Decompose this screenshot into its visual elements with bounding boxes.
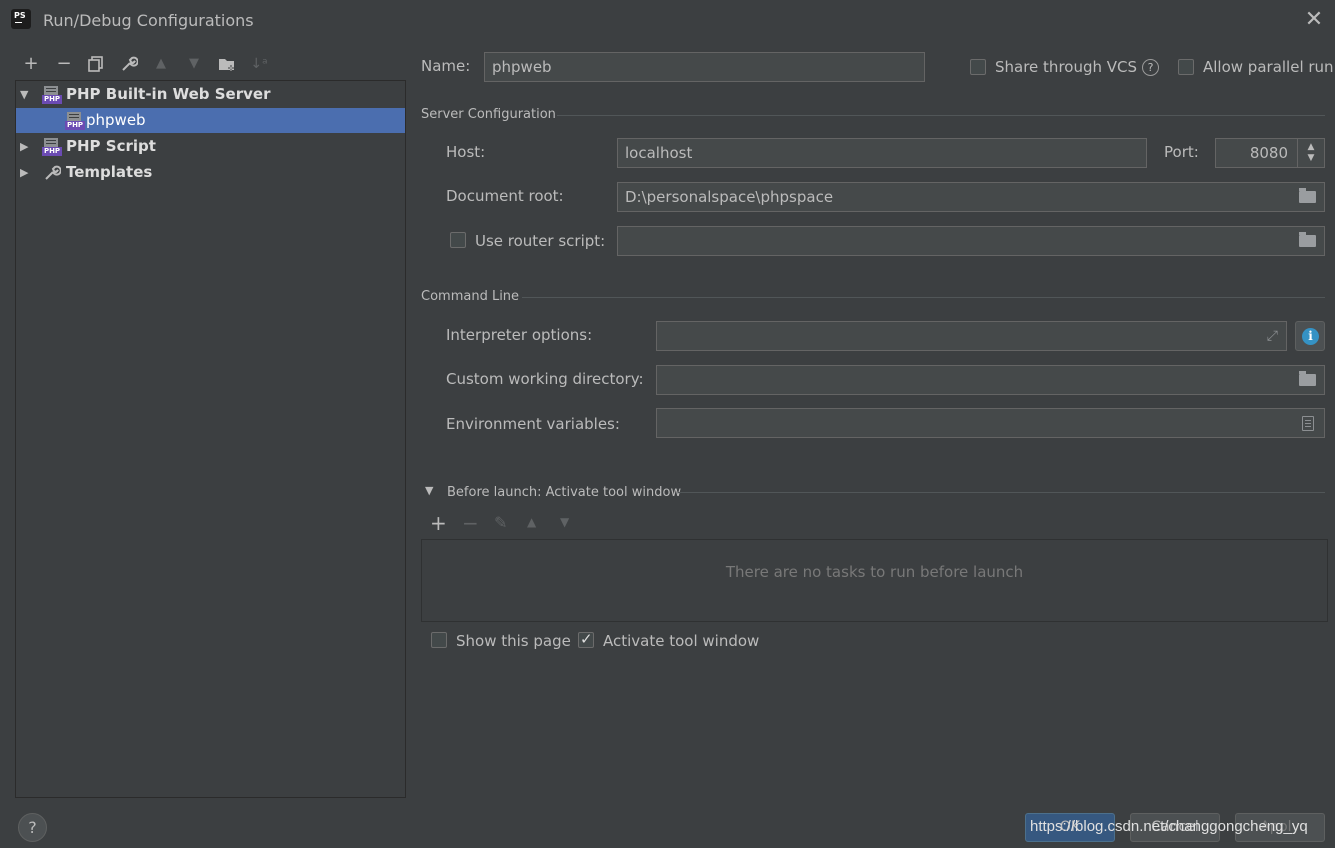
php-server-icon: PHP <box>42 138 62 156</box>
document-root-label: Document root: <box>446 187 564 205</box>
php-server-icon: PHP <box>65 112 85 130</box>
collapse-arrow-icon[interactable]: ▼ <box>425 484 433 497</box>
php-server-icon: PHP <box>42 86 62 104</box>
empty-tasks-text: There are no tasks to run before launch <box>725 563 1024 581</box>
tree-item-label: Templates <box>66 163 153 181</box>
tree-item-label: phpweb <box>86 111 146 129</box>
edit-defaults-button[interactable] <box>118 53 140 75</box>
document-icon[interactable] <box>1302 416 1314 431</box>
activate-tool-window-label: Activate tool window <box>603 632 760 650</box>
working-directory-input[interactable] <box>656 365 1325 395</box>
before-launch-task-list[interactable]: There are no tasks to run before launch <box>421 539 1328 622</box>
allow-parallel-label: Allow parallel run <box>1203 58 1334 76</box>
wrench-icon <box>122 56 139 71</box>
show-this-page-checkbox[interactable] <box>431 632 447 648</box>
copy-icon <box>88 56 103 72</box>
use-router-script-label: Use router script: <box>475 232 606 250</box>
close-icon[interactable]: ✕ <box>1302 8 1326 32</box>
phpstorm-logo-icon: PS <box>9 7 33 31</box>
expand-arrow-icon[interactable]: ▼ <box>20 82 34 107</box>
section-divider <box>522 297 1325 298</box>
show-this-page-label: Show this page <box>456 632 571 650</box>
port-label: Port: <box>1164 143 1199 161</box>
interpreter-options-input[interactable]: ⤢ <box>656 321 1287 351</box>
environment-variables-input[interactable] <box>656 408 1325 438</box>
copy-configuration-button[interactable] <box>85 53 107 75</box>
folder-icon[interactable] <box>1299 232 1316 247</box>
use-router-script-checkbox[interactable] <box>450 232 466 248</box>
environment-variables-label: Environment variables: <box>446 415 620 433</box>
command-line-heading: Command Line <box>421 289 520 304</box>
tree-item-label: PHP Script <box>66 137 156 155</box>
folder-icon[interactable] <box>1299 188 1316 203</box>
working-directory-label: Custom working directory: <box>446 370 644 388</box>
share-vcs-label: Share through VCS <box>995 58 1138 76</box>
edit-task-pencil-icon[interactable]: ✎ <box>494 513 507 532</box>
move-task-up-button[interactable]: ▲ <box>527 515 536 529</box>
folder-add-icon <box>219 59 234 71</box>
tree-item-label: PHP Built-in Web Server <box>66 85 271 103</box>
move-up-button[interactable]: ▲ <box>150 53 172 75</box>
document-root-input[interactable]: D:\personalspace\phpspace <box>617 182 1325 212</box>
remove-configuration-button[interactable]: − <box>53 53 75 75</box>
allow-parallel-checkbox[interactable] <box>1178 59 1194 75</box>
host-input[interactable]: localhost <box>617 138 1147 168</box>
section-divider <box>678 492 1325 493</box>
move-task-down-button[interactable]: ▼ <box>560 515 569 529</box>
watermark-text: https://blog.csdn.net/changgongcheng_yq <box>1030 818 1308 835</box>
activate-tool-window-checkbox[interactable] <box>578 630 594 648</box>
tree-item-php-built-in-web-server[interactable]: ▼ PHP PHP Built-in Web Server <box>16 82 405 107</box>
move-down-button[interactable]: ▼ <box>183 53 205 75</box>
info-icon: i <box>1302 328 1319 345</box>
info-button[interactable]: i <box>1295 321 1325 351</box>
router-script-input[interactable] <box>617 226 1325 256</box>
help-icon[interactable]: ? <box>1142 59 1159 76</box>
window-title: Run/Debug Configurations <box>43 11 254 30</box>
add-task-button[interactable]: + <box>430 511 447 535</box>
tree-item-phpweb[interactable]: PHP phpweb <box>16 108 405 133</box>
help-button[interactable]: ? <box>18 813 47 842</box>
port-value: 8080 <box>1249 144 1288 162</box>
host-label: Host: <box>446 143 486 161</box>
expand-icon[interactable]: ⤢ <box>1267 322 1278 350</box>
before-launch-heading[interactable]: Before launch: Activate tool window <box>447 485 681 500</box>
title-bar: PS Run/Debug Configurations ✕ <box>0 0 1335 42</box>
tree-item-php-script[interactable]: ▶ PHP PHP Script <box>16 134 405 159</box>
folder-icon[interactable] <box>1299 371 1316 386</box>
collapse-arrow-icon[interactable]: ▶ <box>20 134 34 159</box>
name-label: Name: <box>421 57 471 75</box>
server-configuration-heading: Server Configuration <box>421 107 556 122</box>
share-vcs-checkbox[interactable] <box>970 59 986 75</box>
new-folder-button[interactable] <box>216 53 238 75</box>
remove-task-button[interactable]: − <box>462 511 479 535</box>
section-divider <box>557 115 1325 116</box>
interpreter-options-label: Interpreter options: <box>446 326 593 344</box>
port-spinner[interactable]: 8080 ▲ ▼ <box>1215 138 1325 168</box>
wrench-icon <box>45 165 61 180</box>
document-root-value: D:\personalspace\phpspace <box>625 188 834 206</box>
spinner-arrows-icon[interactable]: ▲ ▼ <box>1297 139 1324 167</box>
name-input[interactable]: phpweb <box>484 52 925 82</box>
sort-icon[interactable]: ↓ᵃ <box>248 53 270 75</box>
collapse-arrow-icon[interactable]: ▶ <box>20 160 34 185</box>
tree-item-templates[interactable]: ▶ Templates <box>16 160 405 185</box>
add-configuration-button[interactable]: + <box>20 53 42 75</box>
configuration-tree: ▼ PHP PHP Built-in Web Server PHP phpweb… <box>15 80 406 798</box>
